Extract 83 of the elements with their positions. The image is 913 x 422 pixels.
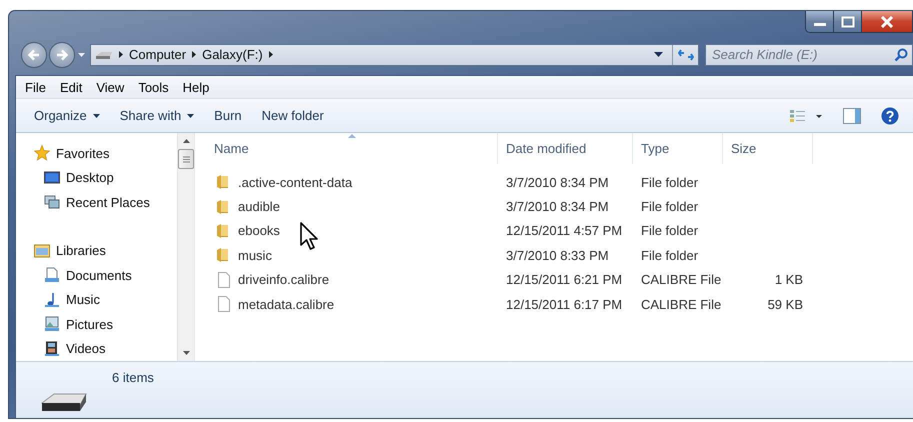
sidebar-item[interactable]: Recent Places bbox=[44, 190, 177, 214]
sidebar-group[interactable]: Libraries bbox=[34, 238, 177, 263]
breadcrumb-arrow-icon bbox=[268, 51, 273, 58]
library-icon bbox=[34, 242, 50, 259]
file-name[interactable]: metadata.calibre bbox=[206, 296, 498, 312]
date-cell-text: 12/15/2011 4:57 PM bbox=[505, 223, 624, 238]
file-name[interactable]: .active-content-data bbox=[206, 174, 498, 190]
star-icon bbox=[34, 145, 50, 162]
breadcrumb[interactable]: Computer bbox=[129, 47, 186, 62]
date-cell-text: 12/15/2011 6:17 PM bbox=[505, 296, 624, 312]
picture-icon bbox=[44, 316, 60, 332]
menu-item[interactable]: Edit bbox=[52, 80, 90, 94]
sidebar-item[interactable]: Pictures bbox=[44, 312, 177, 336]
file-name[interactable]: ebooks bbox=[206, 222, 498, 239]
file-name[interactable]: music bbox=[206, 247, 498, 264]
drive-icon bbox=[95, 50, 113, 60]
breadcrumb-arrow-icon bbox=[119, 51, 123, 58]
drive-icon bbox=[40, 391, 88, 413]
command-button[interactable]: Burn bbox=[206, 104, 250, 127]
menu-item[interactable]: File bbox=[18, 80, 53, 94]
scroll-down-icon[interactable] bbox=[182, 351, 190, 355]
caret-icon bbox=[187, 114, 194, 118]
refresh-arrows-icon bbox=[678, 48, 694, 61]
file-icon bbox=[216, 272, 232, 288]
sidebar-item[interactable]: Music bbox=[44, 288, 177, 312]
file-name[interactable]: driveinfo.calibre bbox=[206, 272, 498, 288]
breadcrumb[interactable]: Galaxy(F:) bbox=[202, 47, 263, 62]
computer-icon bbox=[44, 194, 60, 210]
scroll-up-icon[interactable] bbox=[182, 139, 190, 143]
minimize-button[interactable] bbox=[806, 11, 834, 32]
item-count: 6 items bbox=[112, 370, 155, 385]
sidebar-item[interactable]: Desktop bbox=[44, 166, 177, 190]
column-header[interactable]: Type bbox=[633, 133, 723, 164]
sidebar-item[interactable]: Documents bbox=[44, 263, 177, 288]
caret-icon[interactable] bbox=[78, 52, 85, 57]
command-button[interactable]: Share with bbox=[112, 104, 202, 127]
dropdown-icon[interactable] bbox=[654, 52, 663, 58]
scrollbar[interactable] bbox=[177, 133, 194, 361]
date-cell-text: 3/7/2010 8:33 PM bbox=[505, 248, 610, 263]
file-name[interactable]: audible bbox=[206, 198, 498, 215]
type-cell-text: File folder bbox=[640, 199, 700, 214]
command-button[interactable]: Organize bbox=[26, 104, 108, 127]
film-icon bbox=[44, 340, 60, 357]
type-cell-text: File folder bbox=[640, 248, 700, 263]
close-button[interactable] bbox=[862, 11, 912, 32]
back-arrow-icon bbox=[26, 46, 42, 63]
grip-icon bbox=[182, 156, 190, 162]
minimize-icon bbox=[814, 23, 826, 26]
column-header[interactable]: Name bbox=[206, 133, 498, 164]
address-bar[interactable]: Computer Galaxy(F:) bbox=[90, 44, 699, 66]
search-field[interactable]: Search Kindle (E:) bbox=[705, 44, 913, 66]
menu-item[interactable]: Tools bbox=[131, 80, 176, 94]
breadcrumb-arrow-icon bbox=[192, 51, 196, 58]
search-icon[interactable] bbox=[894, 48, 908, 62]
type-cell-text: CALIBRE File bbox=[640, 272, 722, 288]
size-cell-text: 59 KB bbox=[766, 296, 804, 312]
sort-arrow-icon bbox=[348, 134, 356, 138]
document-icon bbox=[44, 267, 60, 284]
sidebar-group[interactable]: Favorites bbox=[34, 141, 177, 166]
forward-arrow-icon bbox=[54, 46, 70, 63]
date-cell-text: 3/7/2010 8:34 PM bbox=[505, 199, 610, 214]
music-note-icon bbox=[44, 292, 60, 308]
command-button[interactable]: New folder bbox=[254, 104, 332, 127]
type-cell-text: CALIBRE File bbox=[640, 296, 722, 312]
scroll-thumb[interactable] bbox=[178, 149, 194, 169]
close-icon bbox=[879, 16, 895, 28]
sidebar-item[interactable]: Videos bbox=[44, 336, 177, 361]
caret-icon bbox=[92, 114, 100, 118]
type-cell-text: File folder bbox=[640, 223, 700, 238]
type-cell-text: File folder bbox=[640, 174, 700, 190]
forward-button[interactable] bbox=[49, 42, 75, 68]
menu-item[interactable]: View bbox=[89, 80, 132, 94]
back-button[interactable] bbox=[21, 42, 47, 68]
date-cell-text: 12/15/2011 6:21 PM bbox=[505, 272, 624, 288]
file-icon bbox=[216, 296, 232, 312]
size-cell-text: 1 KB bbox=[774, 272, 804, 288]
maximize-icon bbox=[840, 16, 856, 28]
monitor-icon bbox=[44, 170, 60, 186]
column-header[interactable]: Size bbox=[723, 133, 813, 164]
column-header[interactable]: Date modified bbox=[498, 133, 633, 164]
menu-item[interactable]: Help bbox=[176, 80, 216, 94]
date-cell-text: 3/7/2010 8:34 PM bbox=[505, 174, 610, 190]
maximize-button[interactable] bbox=[834, 11, 862, 32]
